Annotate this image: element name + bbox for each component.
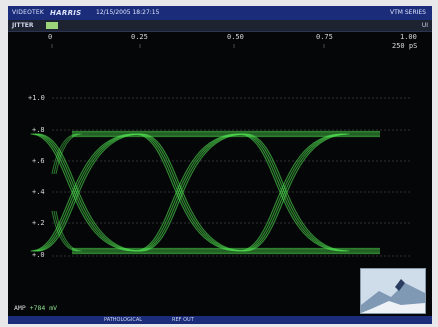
eye-transition-falling bbox=[141, 133, 246, 252]
y-tick-3: +.4 bbox=[32, 188, 45, 196]
eye-transition-rising bbox=[35, 133, 140, 252]
eye-edge-curve bbox=[51, 210, 79, 252]
eye-transition-rising bbox=[136, 133, 241, 252]
eye-edge-curve bbox=[51, 133, 79, 175]
y-tick-5: +.0 bbox=[32, 251, 45, 259]
eye-transition-falling bbox=[35, 133, 140, 252]
y-tick-1: +.8 bbox=[32, 126, 45, 134]
thumbnail-image bbox=[361, 269, 425, 313]
status-bar: PATHOLOGICAL REF OUT bbox=[8, 316, 432, 324]
eye-transition-rising bbox=[32, 133, 137, 252]
eye-transition-rising bbox=[134, 133, 239, 252]
eye-transition-rising bbox=[37, 133, 142, 252]
eye-transition-rising bbox=[141, 133, 246, 252]
eye-transition-falling bbox=[245, 133, 350, 252]
x-tick-1: 0.25 bbox=[131, 33, 148, 41]
eye-transition-falling bbox=[238, 133, 343, 252]
time-scale-label: 250 pS bbox=[392, 42, 418, 50]
y-tick-2: +.6 bbox=[32, 157, 45, 165]
eye-transition-rising bbox=[240, 133, 345, 252]
eye-transition-rising bbox=[245, 133, 350, 252]
y-tick-0: +1.0 bbox=[28, 94, 45, 102]
x-tick-0: 0 bbox=[48, 33, 53, 41]
eye-transition-rising bbox=[243, 133, 348, 252]
waveform-monitor-screen: VIDEOTEK HARRIS 12/15/2005 18:27:15 VTM … bbox=[8, 6, 432, 324]
amplitude-label: AMP bbox=[14, 304, 26, 312]
x-tick-3: 0.75 bbox=[316, 33, 333, 41]
eye-transition-falling bbox=[139, 133, 244, 252]
eye-transition-falling bbox=[37, 133, 142, 252]
amplitude-value: +784 mV bbox=[29, 304, 58, 312]
eye-transition-falling bbox=[240, 133, 345, 252]
eye-transition-rising bbox=[238, 133, 343, 252]
amplitude-readout: AMP +784 mV bbox=[14, 304, 57, 312]
video-thumbnail bbox=[360, 268, 426, 314]
eye-transition-rising bbox=[30, 133, 135, 252]
eye-transition-falling bbox=[30, 133, 135, 252]
eye-transition-falling bbox=[134, 133, 239, 252]
y-tick-4: +.2 bbox=[32, 219, 45, 227]
eye-transition-falling bbox=[32, 133, 137, 252]
eye-transition-falling bbox=[243, 133, 348, 252]
eye-transition-rising bbox=[139, 133, 244, 252]
x-tick-2: 0.50 bbox=[227, 33, 244, 41]
ref-out-label: REF OUT bbox=[172, 317, 194, 323]
x-tick-4: 1.00 bbox=[400, 33, 417, 41]
eye-transition-falling bbox=[136, 133, 241, 252]
pattern-label: PATHOLOGICAL bbox=[104, 317, 143, 323]
